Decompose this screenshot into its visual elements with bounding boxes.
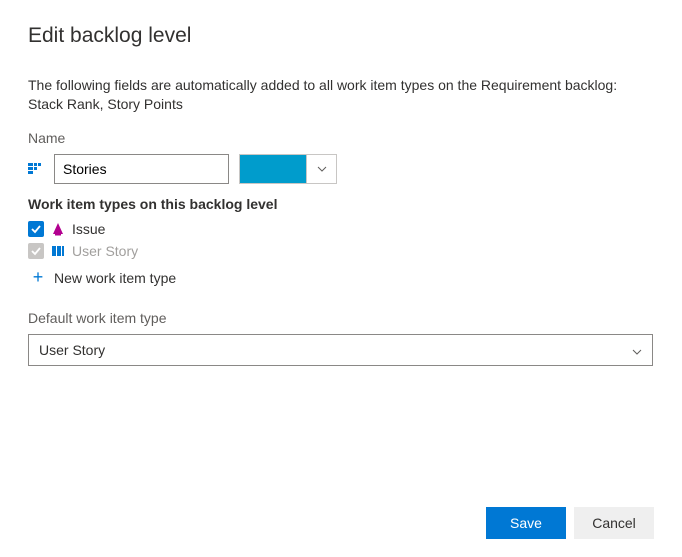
chevron-down-icon[interactable]	[306, 155, 336, 183]
new-work-item-type-button[interactable]: + New work item type	[28, 262, 654, 290]
wit-label: User Story	[72, 243, 138, 259]
checkbox-user-story	[28, 243, 44, 259]
dialog-title: Edit backlog level	[28, 24, 654, 48]
plus-icon: +	[30, 270, 46, 286]
wit-section-heading: Work item types on this backlog level	[28, 196, 654, 212]
new-wit-label: New work item type	[54, 270, 176, 286]
select-value: User Story	[39, 342, 105, 358]
dialog-description: The following fields are automatically a…	[28, 76, 654, 114]
cancel-button[interactable]: Cancel	[574, 507, 654, 539]
issue-icon	[50, 221, 66, 237]
wit-item-issue: Issue	[28, 218, 654, 240]
wit-label: Issue	[72, 221, 105, 237]
save-button[interactable]: Save	[486, 507, 566, 539]
dialog-footer: Save Cancel	[486, 507, 654, 539]
checkbox-issue[interactable]	[28, 221, 44, 237]
wit-item-user-story: User Story	[28, 240, 654, 262]
name-row	[28, 154, 654, 184]
chevron-down-icon	[632, 342, 642, 358]
backlog-level-icon	[28, 161, 44, 177]
color-swatch	[240, 155, 306, 183]
default-label: Default work item type	[28, 310, 654, 326]
name-input[interactable]	[54, 154, 229, 184]
default-wit-select[interactable]: User Story	[28, 334, 653, 366]
name-label: Name	[28, 130, 654, 146]
default-section: Default work item type User Story	[28, 310, 654, 366]
user-story-icon	[50, 243, 66, 259]
color-picker[interactable]	[239, 154, 337, 184]
